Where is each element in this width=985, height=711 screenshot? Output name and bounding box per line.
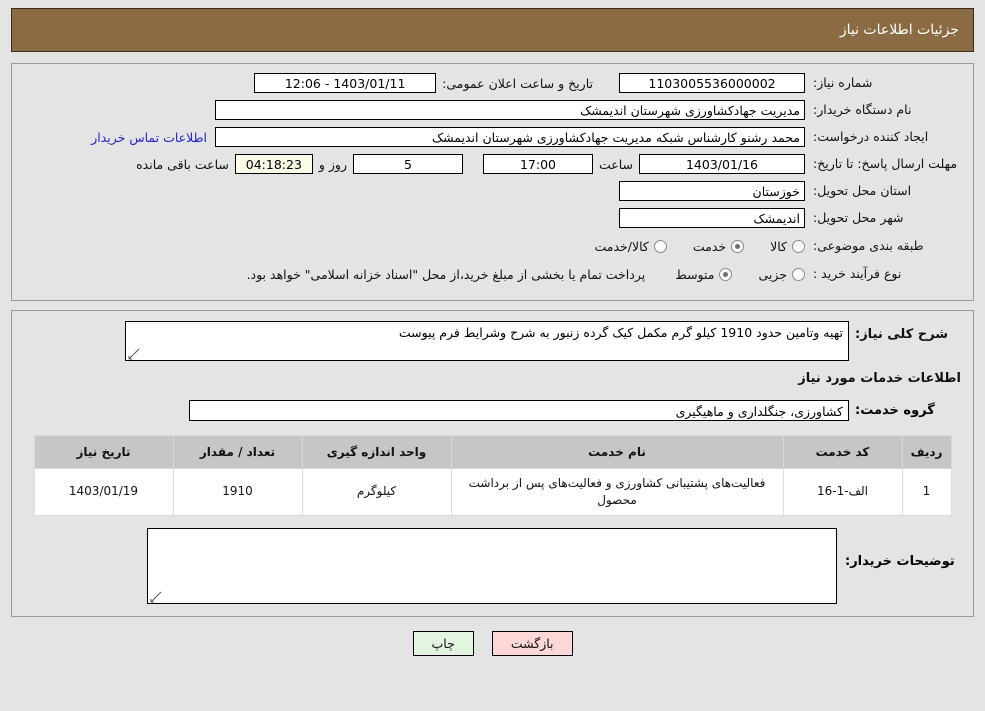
col-row-no: ردیف — [901, 435, 952, 469]
row-city: شهر محل تحویل: اندیمشک — [22, 207, 963, 229]
buyer-org-label: نام دستگاه خریدار: — [813, 101, 912, 117]
process-option-label: متوسط — [675, 266, 715, 282]
row-buyer-comments: توضیحات خریدار: — [22, 527, 963, 604]
col-service-name: نام خدمت — [450, 435, 784, 469]
city-label: شهر محل تحویل: — [813, 209, 904, 225]
radio-icon[interactable] — [792, 239, 805, 253]
deadline-date-field[interactable]: 1403/01/16 — [639, 154, 805, 174]
city-field[interactable]: اندیمشک — [619, 208, 805, 228]
cell-need-date: 1403/01/19 — [33, 468, 174, 516]
public-announce-field[interactable]: 1403/01/11 - 12:06 — [254, 73, 437, 93]
col-quantity: تعداد / مقدار — [172, 435, 303, 469]
cell-row-no: 1 — [901, 468, 952, 516]
resize-grip-icon — [128, 348, 140, 360]
creator-label: ایجاد کننده درخواست: — [813, 128, 929, 144]
buyer-comments-textarea[interactable] — [147, 527, 837, 604]
buyer-comments-label: توضیحات خریدار: — [845, 553, 955, 569]
category-option-khedmat[interactable]: خدمت — [692, 238, 745, 254]
deadline-label: مهلت ارسال پاسخ: تا تاریخ: — [813, 156, 958, 172]
buyer-contact-link[interactable]: اطلاعات تماس خریدار — [83, 130, 215, 145]
general-desc-label: شرح کلی نیاز: — [855, 327, 949, 342]
need-number-field[interactable]: 1103005536000002 — [619, 73, 805, 93]
table-header-row: ردیف کد خدمت نام خدمت واحد اندازه گیری ت… — [33, 435, 952, 469]
radio-icon[interactable] — [719, 267, 733, 281]
countdown-field[interactable]: 04:18:23 — [234, 154, 313, 174]
category-option-label: کالا/خدمت — [594, 238, 649, 254]
table-row[interactable]: 1 الف-1-16 فعالیت‌های پشتیبانی کشاورزی و… — [33, 468, 952, 516]
print-button[interactable]: چاپ — [412, 630, 474, 656]
remaining-label: ساعت باقی مانده — [136, 156, 229, 172]
process-label: نوع فرآیند خرید : — [813, 265, 902, 281]
service-group-field[interactable]: کشاورزی، جنگلداری و ماهیگیری — [189, 400, 849, 421]
resize-grip-icon — [150, 591, 162, 603]
services-section-heading: اطلاعات خدمات مورد نیاز — [798, 371, 961, 386]
cell-service-code: الف-1-16 — [782, 468, 903, 516]
category-option-kala-khedmat[interactable]: کالا/خدمت — [594, 238, 667, 254]
creator-field[interactable]: محمد رشنو کارشناس شبکه مدیریت جهادکشاورز… — [215, 127, 805, 147]
row-service-group: گروه خدمت: کشاورزی، جنگلداری و ماهیگیری — [22, 400, 963, 421]
services-table: ردیف کد خدمت نام خدمت واحد اندازه گیری ت… — [33, 435, 952, 516]
row-deadline: مهلت ارسال پاسخ: تا تاریخ: 1403/01/16 سا… — [22, 153, 963, 175]
need-number-label: شماره نیاز: — [813, 74, 873, 90]
row-process-type: نوع فرآیند خرید : جزیی متوسط پرداخت تمام… — [22, 262, 963, 286]
row-province: استان محل تحویل: خوزستان — [22, 180, 963, 202]
province-field[interactable]: خوزستان — [619, 181, 805, 201]
row-creator: ایجاد کننده درخواست: محمد رشنو کارشناس ش… — [22, 126, 963, 148]
category-option-kala[interactable]: کالا — [770, 239, 805, 254]
radio-icon[interactable] — [653, 239, 667, 253]
cell-unit: کیلوگرم — [301, 468, 452, 516]
process-option-motevaset[interactable]: متوسط — [675, 266, 733, 282]
service-details-panel: شرح کلی نیاز: تهیه وتامین حدود 1910 کیلو… — [11, 310, 974, 617]
back-button[interactable]: بازگشت — [491, 630, 573, 656]
category-option-label: خدمت — [692, 238, 727, 254]
radio-icon[interactable] — [731, 239, 745, 253]
public-announce-label: تاریخ و ساعت اعلان عمومی: — [442, 75, 593, 91]
deadline-time-field[interactable]: 17:00 — [482, 154, 593, 174]
general-desc-textarea[interactable]: تهیه وتامین حدود 1910 کیلو گرم مکمل کیک … — [125, 321, 849, 361]
col-need-date: تاریخ نیاز — [33, 435, 174, 469]
row-buyer-org: نام دستگاه خریدار: مدیریت جهادکشاورزی شه… — [22, 99, 963, 121]
remaining-days-field[interactable]: 5 — [352, 154, 463, 174]
buyer-org-field[interactable]: مدیریت جهادکشاورزی شهرستان اندیمشک — [215, 100, 805, 120]
days-label: روز و — [318, 156, 347, 172]
need-info-panel: شماره نیاز: 1103005536000002 تاریخ و ساع… — [11, 63, 974, 301]
footer-actions: بازگشت چاپ — [0, 630, 985, 656]
payment-note: پرداخت تمام یا بخشی از مبلغ خرید،از محل … — [246, 266, 646, 282]
col-unit: واحد اندازه گیری — [301, 435, 452, 469]
row-category: طبقه بندی موضوعی: کالا خدمت کالا/خدمت — [22, 234, 963, 258]
category-label: طبقه بندی موضوعی: — [813, 237, 924, 253]
page-title: جزئیات اطلاعات نیاز — [839, 22, 959, 38]
cell-service-name: فعالیت‌های پشتیبانی کشاورزی و فعالیت‌های… — [450, 468, 784, 516]
category-option-label: کالا — [770, 238, 787, 254]
page-root: جزئیات اطلاعات نیاز شماره نیاز: 11030055… — [0, 8, 985, 656]
cell-quantity: 1910 — [172, 468, 303, 516]
process-option-label: جزیی — [758, 266, 787, 282]
row-general-desc: شرح کلی نیاز: تهیه وتامین حدود 1910 کیلو… — [22, 321, 963, 361]
row-need-number: شماره نیاز: 1103005536000002 تاریخ و ساع… — [22, 72, 963, 94]
province-label: استان محل تحویل: — [813, 182, 912, 198]
hour-label: ساعت — [598, 156, 633, 172]
service-group-label: گروه خدمت: — [855, 403, 935, 418]
process-option-jozi[interactable]: جزیی — [758, 267, 805, 282]
col-service-code: کد خدمت — [782, 435, 903, 469]
page-header: جزئیات اطلاعات نیاز — [11, 8, 974, 52]
radio-icon[interactable] — [792, 267, 805, 281]
